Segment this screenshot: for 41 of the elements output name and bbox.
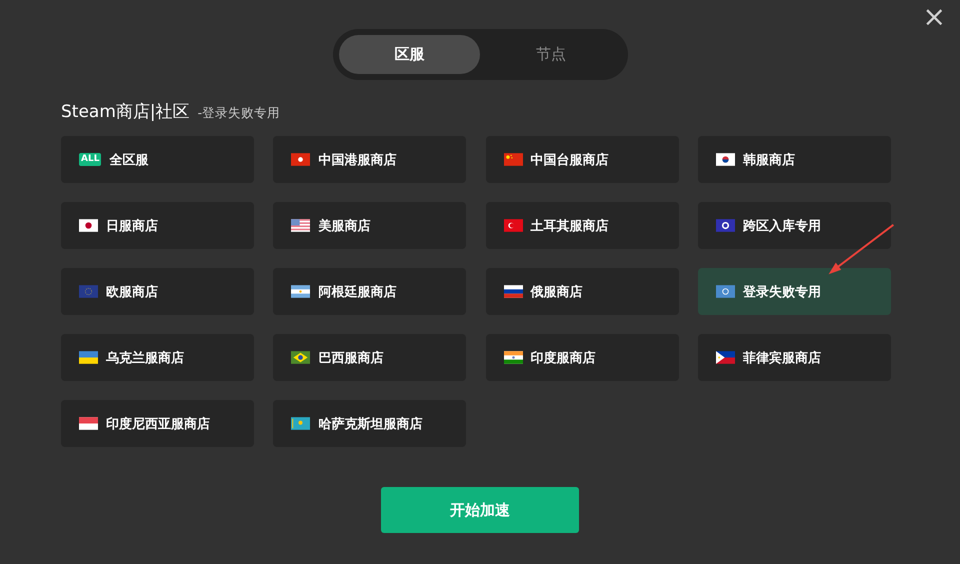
flag-icon [79,285,98,298]
region-option[interactable]: 登录失败专用 [698,268,891,315]
flag-icon [504,219,523,232]
flag-icon [79,417,98,430]
section-title: Steam商店|社区 [61,101,190,123]
flag-icon [504,285,523,298]
region-option[interactable]: 印度尼西亚服商店 [61,400,254,447]
region-option[interactable]: 欧服商店 [61,268,254,315]
flag-icon [291,219,310,232]
region-option[interactable]: 日服商店 [61,202,254,249]
tab[interactable]: 节点 [480,35,622,74]
region-option[interactable]: 美服商店 [273,202,466,249]
region-option[interactable]: 印度服商店 [486,334,679,381]
tab[interactable]: 区服 [338,35,480,74]
flag-icon [504,351,523,364]
region-option[interactable]: 俄服商店 [486,268,679,315]
region-option[interactable]: 巴西服商店 [273,334,466,381]
region-option[interactable]: 菲律宾服商店 [698,334,891,381]
region-option[interactable]: 哈萨克斯坦服商店 [273,400,466,447]
flag-icon [716,285,735,298]
flag-icon [291,153,310,166]
close-button[interactable]: × [918,2,950,32]
flag-icon [291,417,310,430]
region-option[interactable]: 韩服商店 [698,136,891,183]
flag-icon [504,153,523,166]
region-option[interactable]: ALL 全区服 [61,136,254,183]
flag-icon [79,219,98,232]
all-badge: ALL [79,153,102,166]
region-option[interactable]: 土耳其服商店 [486,202,679,249]
flag-icon [291,351,310,364]
flag-icon [716,351,735,364]
region-option[interactable]: 跨区入库专用 [698,202,891,249]
flag-icon [291,285,310,298]
region-option[interactable]: 乌克兰服商店 [61,334,254,381]
region-option[interactable]: 阿根廷服商店 [273,268,466,315]
flag-icon [79,351,98,364]
section-subtitle: -登录失败专用 [198,105,280,122]
flag-icon [716,219,735,232]
region-option[interactable]: 中国台服商店 [486,136,679,183]
region-option[interactable]: 中国港服商店 [273,136,466,183]
flag-icon [716,153,735,166]
